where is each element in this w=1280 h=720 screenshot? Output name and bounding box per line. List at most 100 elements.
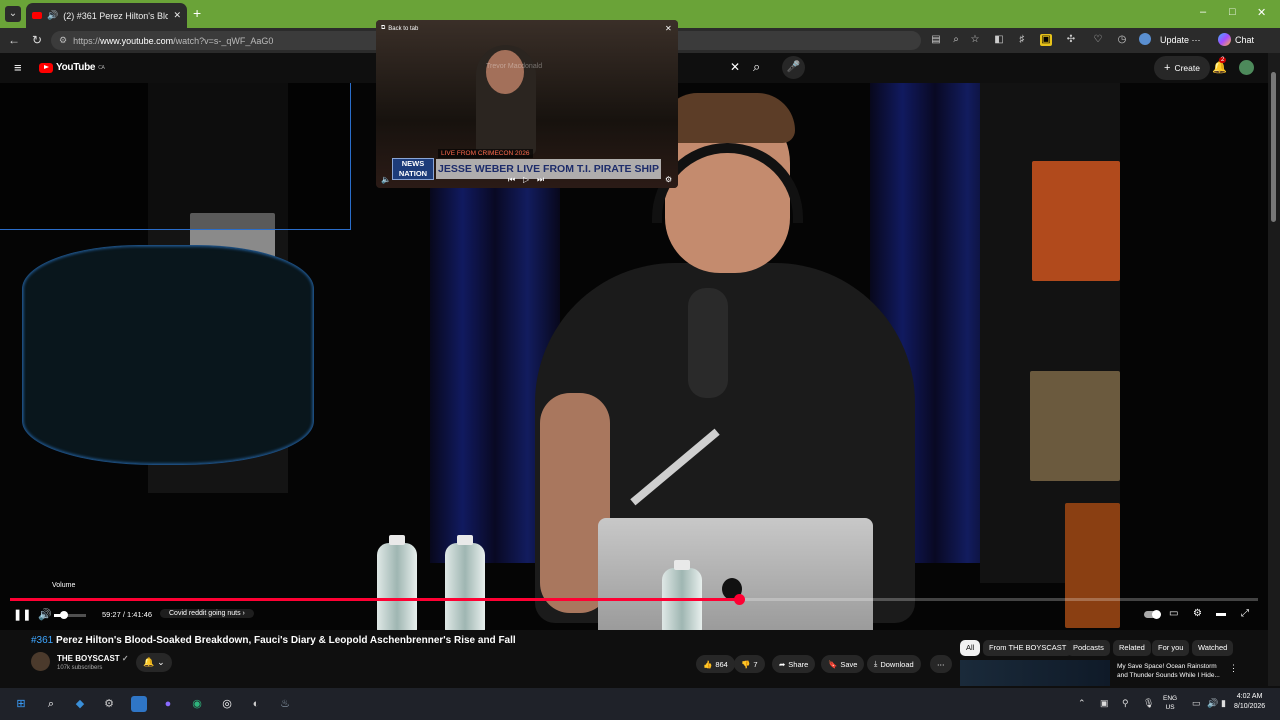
dvd-cases [1030,371,1120,481]
settings-gear-icon[interactable]: ⚙ [1193,608,1202,619]
pip-mute-icon[interactable]: 🔈 [381,175,391,184]
windows-start-icon[interactable]: ⊞ [13,696,29,712]
pip-reporter-face [486,50,524,94]
browser-tab-active[interactable]: 🔊 (2) #361 Perez Hilton's Blood ✕ [26,3,187,28]
favorite-star-icon[interactable]: ☆ [969,34,981,46]
dislike-count: 7 [753,659,758,669]
network-icon[interactable]: ▭ [1192,698,1201,709]
pip-settings-icon[interactable]: ⚙ [665,175,672,184]
subscriber-count: 107k subscribers [57,665,103,671]
menu-icon[interactable]: ≡ [14,60,22,75]
create-button[interactable]: + Create [1154,56,1210,80]
tray-app-icon[interactable]: ▣ [1100,698,1109,709]
video-hashtag[interactable]: #361 [31,635,53,646]
chip-related[interactable]: Related [1113,640,1151,656]
pip-prev-icon[interactable]: ⏮ [508,175,515,185]
taskbar-app-2-icon[interactable]: ◎ [219,696,235,712]
pip-back-label: Back to tab [388,25,419,32]
theater-mode-icon[interactable]: ▬ [1216,608,1226,619]
pip-live-label: LIVE FROM CRIMECON 2026 [438,149,533,158]
steam-icon[interactable]: ♨ [277,696,293,712]
chapter-button[interactable]: Covid reddit going nuts › [160,609,254,618]
channel-name[interactable]: THE BOYSCAST ✓ [57,654,129,663]
tab-close-icon[interactable]: ✕ [173,10,181,21]
browser-essentials-icon[interactable]: ♡ [1092,34,1104,46]
volume-icon[interactable]: 🔊 [38,608,52,621]
update-button[interactable]: Update ⋯ [1160,35,1201,46]
volume-knob[interactable] [60,611,68,619]
pip-close-icon[interactable]: ✕ [665,24,672,33]
tab-actions-menu-icon[interactable]: ⌄ [5,6,21,22]
battery-icon[interactable]: ▮ [1221,698,1226,709]
copilot-icon [1218,33,1231,46]
more-actions-button[interactable]: ⋯ [930,655,952,673]
voice-search-icon[interactable]: 🎤 [782,56,805,79]
site-info-icon[interactable]: ⚙ [59,35,67,46]
tray-pin-icon[interactable]: ⚲ [1122,698,1129,709]
pip-back-icon: ⧉ [381,25,386,31]
window-close-button[interactable]: ✕ [1257,6,1266,19]
copilot-chat-button[interactable]: Chat [1218,33,1254,46]
next-video-menu-icon[interactable]: ⋮ [1229,663,1238,674]
window-maximize-button[interactable]: □ [1229,6,1236,18]
clock[interactable]: 4:02 AM 8/10/2026 [1234,692,1265,712]
pip-back-to-tab-button[interactable]: ⧉ Back to tab [381,25,418,32]
new-tab-button[interactable]: + [193,5,201,21]
file-explorer-icon[interactable] [131,696,147,712]
autoplay-toggle[interactable] [1144,610,1161,619]
reload-icon[interactable]: ↻ [32,33,42,47]
extensions-puzzle-icon[interactable]: ✣ [1065,34,1077,46]
input-language[interactable]: ENG US [1163,694,1177,712]
taskbar-app-3-icon[interactable]: ◐ [248,696,264,712]
pip-next-icon[interactable]: ⏭ [537,175,544,185]
history-icon[interactable]: ◷ [1116,34,1128,46]
chip-podcasts[interactable]: Podcasts [1067,640,1110,656]
chip-from-channel[interactable]: From THE BOYSCAST [983,640,1073,656]
picture-in-picture-window[interactable]: ⧉ Back to tab ✕ Trevor Macdonald LIVE FR… [376,20,678,188]
search-clear-icon[interactable]: ✕ [730,60,740,74]
speaker-icon[interactable]: 🔊 [1207,698,1218,709]
reader-mode-icon[interactable]: ▤ [930,34,942,46]
pip-play-icon[interactable]: ▷ [523,175,529,184]
taskbar-search-icon[interactable]: ⌕ [43,696,59,712]
bookmark-icon: 🔖 [828,659,838,669]
fullscreen-icon[interactable]: ⤢ [1241,608,1249,619]
taskbar-settings-icon[interactable]: ⚙ [101,696,117,712]
download-button[interactable]: ⤓ Download [867,655,921,673]
back-arrow-icon[interactable]: ← [8,33,20,47]
account-avatar[interactable] [1239,60,1254,75]
tab-audio-icon[interactable]: 🔊 [47,10,58,21]
download-icon: ⤓ [874,659,878,668]
scrollbar-thumb[interactable] [1271,72,1276,222]
time-display: 59:27 / 1:41:46 [102,610,153,619]
extension-yellow-icon[interactable]: ▣ [1040,34,1052,46]
window-minimize-button[interactable]: – [1200,6,1206,18]
tray-overflow-icon[interactable]: ⌃ [1078,698,1086,709]
pause-icon[interactable]: ❚❚ [13,608,31,621]
profile-avatar-icon[interactable] [1139,33,1151,45]
search-icon[interactable]: ⌕ [753,59,760,75]
next-video-title[interactable]: My Save Space! Ocean Rainstorm and Thund… [1117,662,1227,680]
edge-browser-icon[interactable]: ◉ [189,696,205,712]
channel-avatar[interactable] [31,652,50,671]
like-button[interactable]: 👍 864 [696,655,735,673]
subtitles-icon[interactable]: ▭ [1169,608,1178,619]
share-button[interactable]: ➦ Share [772,655,816,673]
youtube-logo[interactable]: YouTube CA [39,62,105,73]
share-icon: ➦ [779,659,786,669]
zoom-icon[interactable]: ⌕ [950,34,962,46]
extension-eq-icon[interactable]: ♯ [1016,34,1028,46]
messenger-icon[interactable]: ● [160,696,176,712]
pip-network-logo: NEWS NATION [392,158,434,180]
progress-scrubber[interactable] [734,594,745,605]
dislike-button[interactable]: 👎 7 [734,655,765,673]
chip-watched[interactable]: Watched [1192,640,1234,656]
split-screen-icon[interactable]: ◧ [993,34,1005,46]
chip-for-you[interactable]: For you [1152,640,1190,656]
save-button[interactable]: 🔖 Save [821,655,865,673]
subscribed-bell-button[interactable]: 🔔 ⌄ [136,653,172,672]
next-video-thumbnail[interactable] [960,660,1110,686]
chip-all[interactable]: All [960,640,981,656]
tray-mic-icon[interactable]: 🎙 [1143,698,1154,709]
taskbar-app-icon[interactable]: ◆ [72,696,88,712]
